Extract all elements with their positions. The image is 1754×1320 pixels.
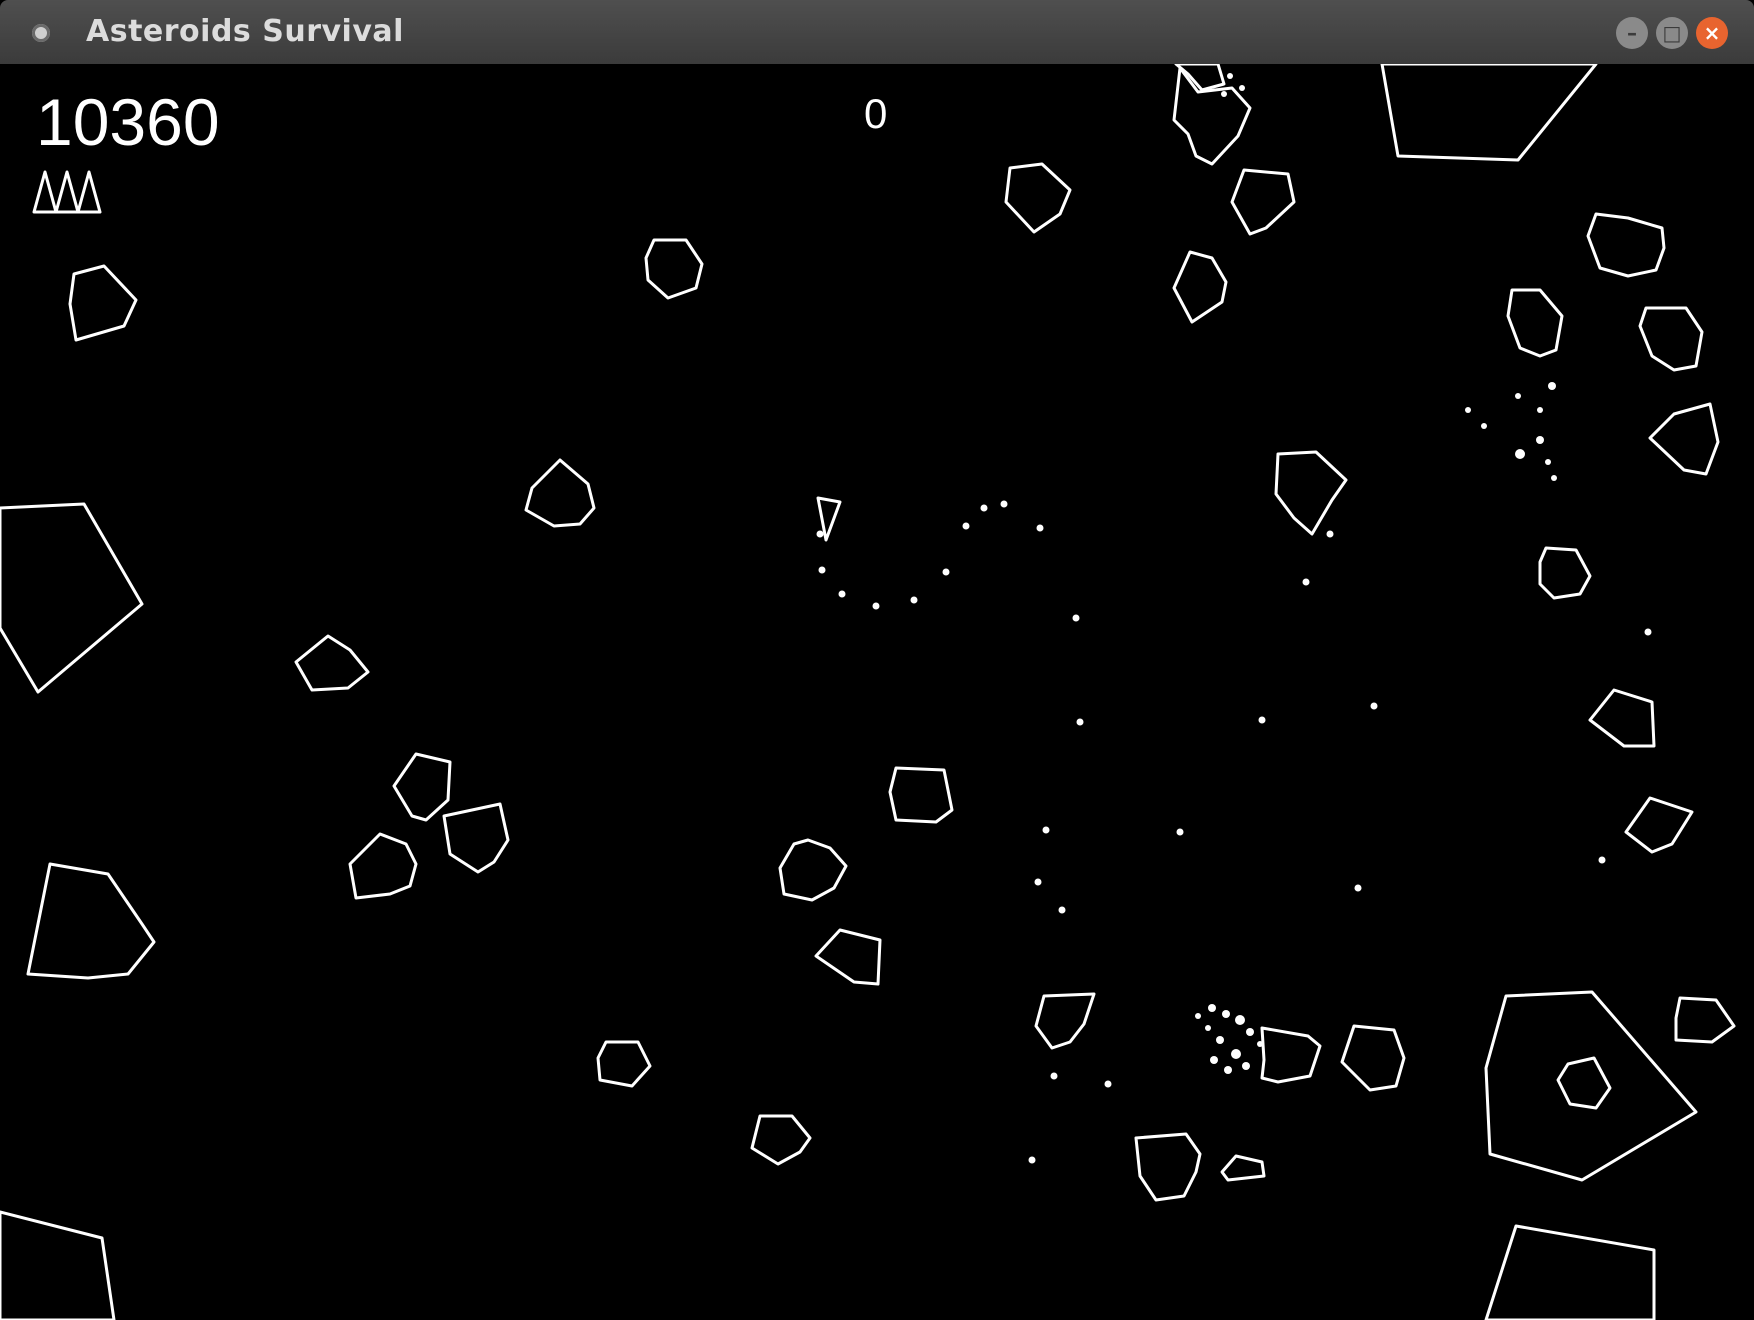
asteroid [778,838,848,902]
close-icon: × [1703,21,1721,45]
life-ship-icon [76,170,102,214]
asteroid [392,752,452,822]
life-ship-icon [32,170,58,214]
asteroid [644,238,704,300]
space-field [0,64,1736,1320]
asteroid [524,458,596,528]
asteroid [1230,168,1296,236]
window-title: Asteroids Survival [86,14,404,49]
asteroid [348,832,418,900]
secondary-score-display: 0 [864,90,888,137]
asteroid-large [1484,990,1698,1182]
debris [1195,73,1557,1074]
asteroid [68,264,138,342]
asteroid [1174,64,1226,92]
asteroid [442,802,510,874]
title-bar[interactable]: Asteroids Survival – □ × [0,0,1754,64]
asteroid [1034,992,1096,1050]
lives-indicator [32,170,102,214]
asteroid [814,928,882,986]
minimize-icon: – [1627,21,1637,45]
bullets [816,500,1652,1164]
game-window: Asteroids Survival – □ × 10360 0 [0,0,1754,1320]
asteroid [1588,688,1656,748]
asteroid-large [0,502,144,694]
asteroid [1624,796,1694,854]
close-button[interactable]: × [1696,17,1728,49]
asteroid [1538,546,1592,600]
asteroid [1134,1132,1202,1202]
asteroid [1220,1154,1266,1182]
asteroid [1004,162,1072,234]
asteroid [1674,996,1736,1044]
asteroid [1506,288,1564,358]
asteroid [1648,402,1720,476]
asteroid [1274,450,1348,536]
asteroid [1260,1026,1322,1084]
asteroid [1172,250,1228,324]
asteroid [1340,1024,1406,1092]
maximize-button[interactable]: □ [1656,17,1688,49]
asteroid [1586,212,1666,278]
asteroid-large [0,1210,116,1320]
asteroid [1556,1056,1612,1110]
maximize-icon: □ [1662,21,1682,45]
minimize-button[interactable]: – [1616,17,1648,49]
asteroid [596,1040,652,1088]
life-ship-icon [54,170,80,214]
asteroid [888,766,954,824]
app-icon [32,24,50,42]
asteroid [294,634,370,692]
game-canvas[interactable]: 10360 0 [0,64,1754,1320]
asteroid-large [1484,1224,1656,1320]
asteroid [750,1114,812,1166]
asteroid [1172,66,1252,166]
score-display: 10360 [36,85,220,159]
asteroid [1638,306,1704,372]
asteroid-large [1380,64,1598,162]
asteroid-large [26,862,156,980]
